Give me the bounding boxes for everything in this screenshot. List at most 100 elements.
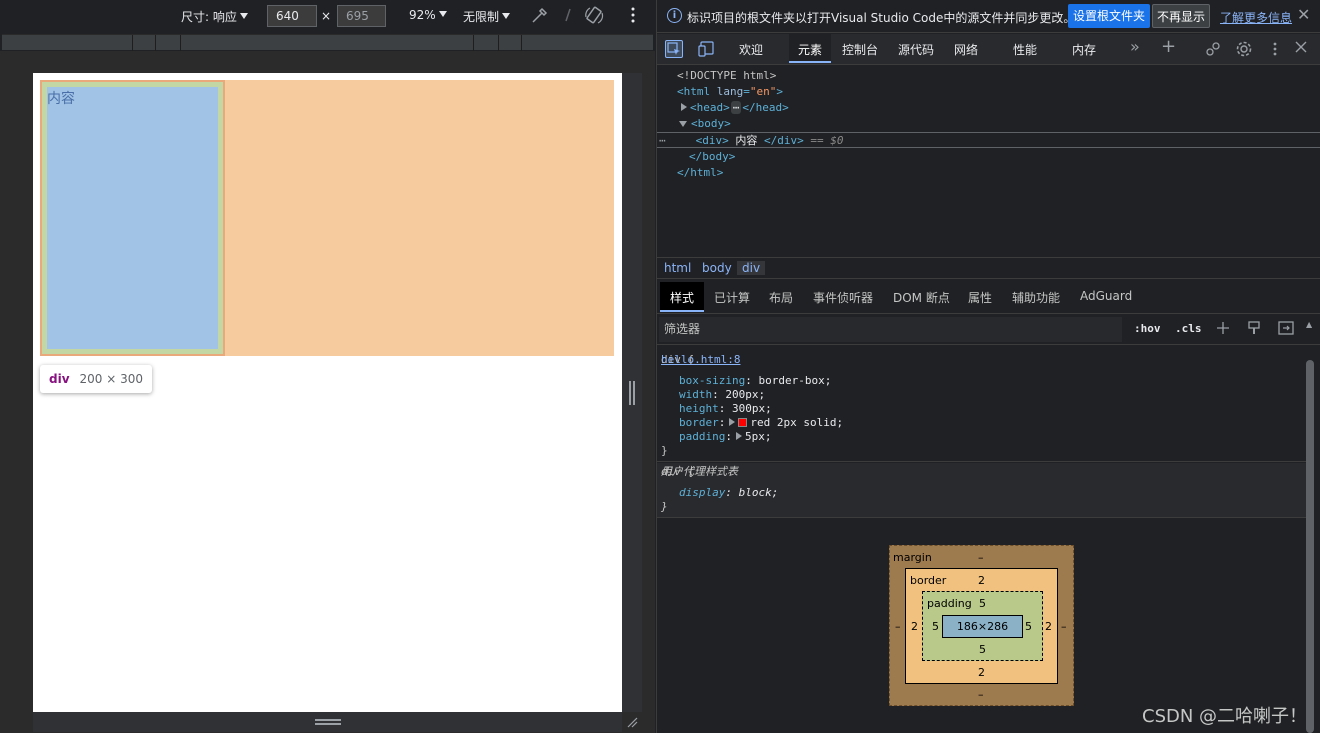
style-declaration[interactable]: height: 300px; (679, 402, 772, 416)
ruler-segment[interactable] (133, 35, 156, 51)
more-tabs-icon[interactable]: » (1130, 37, 1140, 56)
property-name[interactable]: height (679, 402, 719, 415)
tab-properties[interactable]: 属性 (968, 289, 992, 306)
breadcrumb-html[interactable]: html (664, 261, 691, 275)
property-value[interactable]: border-box; (758, 374, 831, 387)
tab-console[interactable]: 控制台 (842, 41, 878, 58)
throttle-dropdown[interactable]: 无限制 (463, 8, 511, 25)
issues-icon[interactable] (1204, 40, 1222, 58)
cls-toggle[interactable]: .cls (1175, 322, 1202, 335)
rule-source-link[interactable]: hello.html:8 (661, 353, 1304, 367)
gear-icon[interactable] (1235, 40, 1253, 58)
collapse-arrow-icon[interactable] (679, 121, 687, 127)
media-query-ruler[interactable] (2, 34, 653, 51)
expand-arrow-icon[interactable] (735, 432, 742, 440)
new-rule-icon[interactable] (1215, 319, 1233, 342)
dont-show-again-button[interactable]: 不再显示 (1152, 4, 1211, 28)
dimensions-dropdown[interactable]: 尺寸: 响应 (181, 8, 248, 25)
property-name[interactable]: box-sizing (679, 374, 745, 387)
ruler-segment[interactable] (156, 35, 181, 51)
rotate-icon[interactable] (584, 5, 604, 30)
ruler-segment[interactable] (499, 35, 522, 51)
add-tab-icon[interactable]: + (1161, 36, 1176, 57)
toggle-sidebar-icon[interactable] (1278, 320, 1294, 339)
border-right-value[interactable]: 2 (1045, 620, 1052, 633)
property-name[interactable]: border (679, 416, 719, 429)
tab-event-listeners[interactable]: 事件侦听器 (813, 289, 873, 306)
style-declaration[interactable]: border: red 2px solid; (679, 416, 843, 430)
property-name[interactable]: width (679, 388, 712, 401)
dom-node-html[interactable]: <html lang="en"> (657, 84, 1320, 100)
close-icon[interactable]: ✕ (1297, 5, 1310, 24)
property-value[interactable]: 200px; (725, 388, 765, 401)
content-highlight[interactable] (47, 87, 218, 349)
property-value[interactable]: 5px; (745, 430, 772, 443)
margin-left-value[interactable]: – (895, 620, 901, 633)
resize-corner-icon[interactable] (626, 716, 638, 731)
tab-computed[interactable]: 已计算 (714, 289, 750, 306)
tab-adguard[interactable]: AdGuard (1080, 289, 1132, 303)
expand-arrow-icon[interactable] (681, 103, 687, 111)
dom-node-div-selected[interactable]: ⋯ <div> 内容 </div> == $0 (657, 132, 1320, 148)
style-declaration[interactable]: padding: 5px; (679, 430, 771, 444)
ruler-segment[interactable] (474, 35, 499, 51)
width-input[interactable]: 640 (267, 5, 317, 27)
border-left-value[interactable]: 2 (911, 620, 918, 633)
dom-node-body[interactable]: <body> (657, 116, 1320, 132)
scroll-up-icon[interactable]: ▲ (1306, 320, 1312, 329)
more-options-icon[interactable] (630, 6, 636, 27)
property-name[interactable]: padding (679, 430, 725, 443)
dom-node-body-close[interactable]: </body> (657, 149, 1320, 165)
touch-icon[interactable] (564, 7, 572, 26)
property-value[interactable]: red 2px solid; (750, 416, 843, 429)
margin-top-value[interactable]: – (978, 551, 984, 564)
margin-bottom-value[interactable]: – (978, 688, 984, 701)
breadcrumb-body[interactable]: body (702, 261, 732, 275)
tab-elements[interactable]: 元素 (798, 41, 822, 58)
expand-arrow-icon[interactable] (729, 418, 736, 426)
tab-sources[interactable]: 源代码 (898, 41, 934, 58)
padding-bottom-value[interactable]: 5 (979, 643, 986, 656)
row-menu-icon[interactable]: ⋯ (659, 134, 666, 147)
resize-handle-bottom[interactable] (33, 712, 622, 732)
margin-right-value[interactable]: – (1061, 620, 1067, 633)
zoom-dropdown[interactable]: 92% (409, 8, 447, 22)
learn-more-link[interactable]: 了解更多信息 (1220, 9, 1292, 26)
box-model-content[interactable]: 186×286 (942, 615, 1023, 638)
border-bottom-value[interactable]: 2 (978, 666, 985, 679)
tab-dom-breakpoints[interactable]: DOM 断点 (893, 289, 950, 306)
border-top-value[interactable]: 2 (978, 574, 985, 587)
eyedropper-icon[interactable] (530, 5, 548, 28)
ruler-segment[interactable] (2, 35, 133, 51)
style-declaration[interactable]: width: 200px; (679, 388, 765, 402)
color-swatch-icon[interactable] (738, 418, 748, 427)
tab-performance[interactable]: 性能 (1013, 41, 1037, 58)
inspect-element-icon[interactable] (665, 40, 683, 58)
dom-node-head[interactable]: <head> ⋯ </head> (657, 100, 1320, 116)
breadcrumb-div[interactable]: div (737, 261, 766, 275)
styles-filter-input[interactable]: 筛选器 (659, 317, 1122, 342)
tab-accessibility[interactable]: 辅助功能 (1012, 289, 1060, 306)
close-devtools-icon[interactable] (1292, 40, 1310, 58)
height-input[interactable]: 695 (337, 5, 386, 27)
scrollbar-thumb[interactable] (1306, 360, 1314, 733)
tab-layout[interactable]: 布局 (769, 289, 793, 306)
paint-brush-icon[interactable] (1247, 320, 1261, 339)
device-toggle-icon[interactable] (698, 40, 716, 58)
collapsed-dots[interactable]: ⋯ (730, 101, 742, 114)
set-root-folder-button[interactable]: 设置根文件夹 (1068, 4, 1151, 28)
resize-handle-right[interactable] (622, 73, 642, 712)
dom-node-doctype[interactable]: <!DOCTYPE html> (657, 68, 1320, 84)
tab-memory[interactable]: 内存 (1072, 41, 1096, 58)
style-declaration[interactable]: box-sizing: border-box; (679, 374, 831, 388)
tab-network[interactable]: 网络 (954, 41, 978, 58)
customize-menu-icon[interactable] (1266, 40, 1284, 58)
tab-welcome[interactable]: 欢迎 (739, 41, 763, 58)
padding-right-value[interactable]: 5 (1025, 620, 1032, 633)
property-value[interactable]: 300px; (732, 402, 772, 415)
padding-left-value[interactable]: 5 (932, 620, 939, 633)
dom-node-html-close[interactable]: </html> (657, 165, 1320, 181)
hov-toggle[interactable]: :hov (1134, 322, 1161, 335)
padding-top-value[interactable]: 5 (979, 597, 986, 610)
styles-scrollbar[interactable]: ▲ (1305, 320, 1315, 733)
